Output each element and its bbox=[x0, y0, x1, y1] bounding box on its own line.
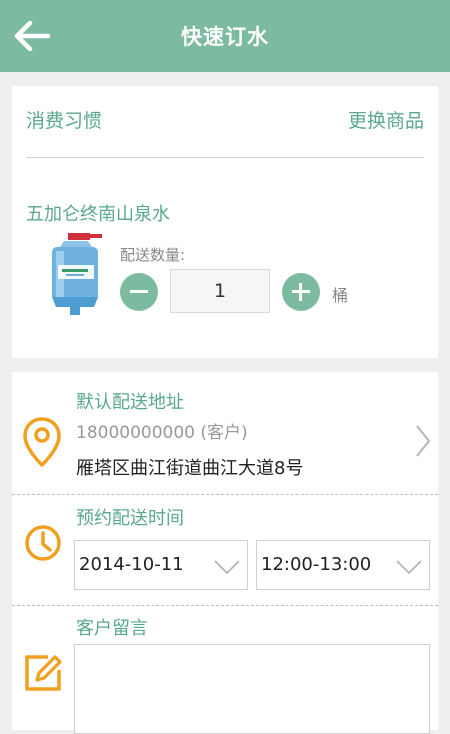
chevron-down-icon bbox=[396, 560, 422, 575]
minus-icon bbox=[130, 290, 148, 293]
address-phone: 18000000000 (客户) bbox=[76, 423, 248, 443]
delivery-time-title: 预约配送时间 bbox=[76, 508, 184, 529]
app-header: 快速订水 bbox=[0, 0, 450, 72]
address-title: 默认配送地址 bbox=[76, 392, 184, 413]
chevron-down-icon bbox=[214, 560, 240, 575]
delivery-time-section: 预约配送时间 2014-10-11 12:00-13:00 bbox=[12, 496, 438, 604]
arrow-left-icon bbox=[14, 20, 51, 52]
edit-icon bbox=[25, 655, 62, 691]
order-details-card: 默认配送地址 18000000000 (客户) 雁塔区曲江街道曲江大道8号 预约… bbox=[12, 372, 438, 734]
quantity-input[interactable]: 1 bbox=[170, 269, 270, 313]
message-section: 客户留言 bbox=[12, 606, 438, 734]
divider bbox=[12, 494, 438, 495]
water-bottle-image bbox=[52, 233, 102, 315]
chevron-right-icon bbox=[416, 425, 431, 457]
clock-icon bbox=[25, 525, 61, 561]
product-card: 消费习惯 更换商品 五加仑终南山泉水 配送数量: 1 桶 bbox=[12, 86, 438, 358]
back-button[interactable] bbox=[12, 18, 52, 54]
date-select[interactable]: 2014-10-11 bbox=[74, 540, 248, 590]
quantity-label: 配送数量: bbox=[120, 246, 186, 264]
increase-quantity-button[interactable] bbox=[282, 273, 320, 311]
message-textarea[interactable] bbox=[74, 644, 430, 734]
address-detail: 雁塔区曲江街道曲江大道8号 bbox=[76, 458, 304, 479]
change-product-link[interactable]: 更换商品 bbox=[348, 106, 424, 133]
product-card-header: 消费习惯 更换商品 bbox=[12, 86, 438, 158]
address-section[interactable]: 默认配送地址 18000000000 (客户) 雁塔区曲江街道曲江大道8号 bbox=[12, 372, 438, 494]
divider bbox=[26, 157, 424, 158]
quantity-unit: 桶 bbox=[332, 286, 349, 305]
consumption-habit-link[interactable]: 消费习惯 bbox=[26, 106, 102, 133]
location-pin-icon bbox=[23, 417, 61, 467]
decrease-quantity-button[interactable] bbox=[120, 273, 158, 311]
product-name: 五加仑终南山泉水 bbox=[26, 204, 170, 225]
time-slot-value: 12:00-13:00 bbox=[261, 554, 372, 575]
page-title: 快速订水 bbox=[181, 25, 269, 49]
message-title: 客户留言 bbox=[76, 618, 148, 639]
date-value: 2014-10-11 bbox=[79, 554, 184, 575]
time-slot-select[interactable]: 12:00-13:00 bbox=[256, 540, 430, 590]
